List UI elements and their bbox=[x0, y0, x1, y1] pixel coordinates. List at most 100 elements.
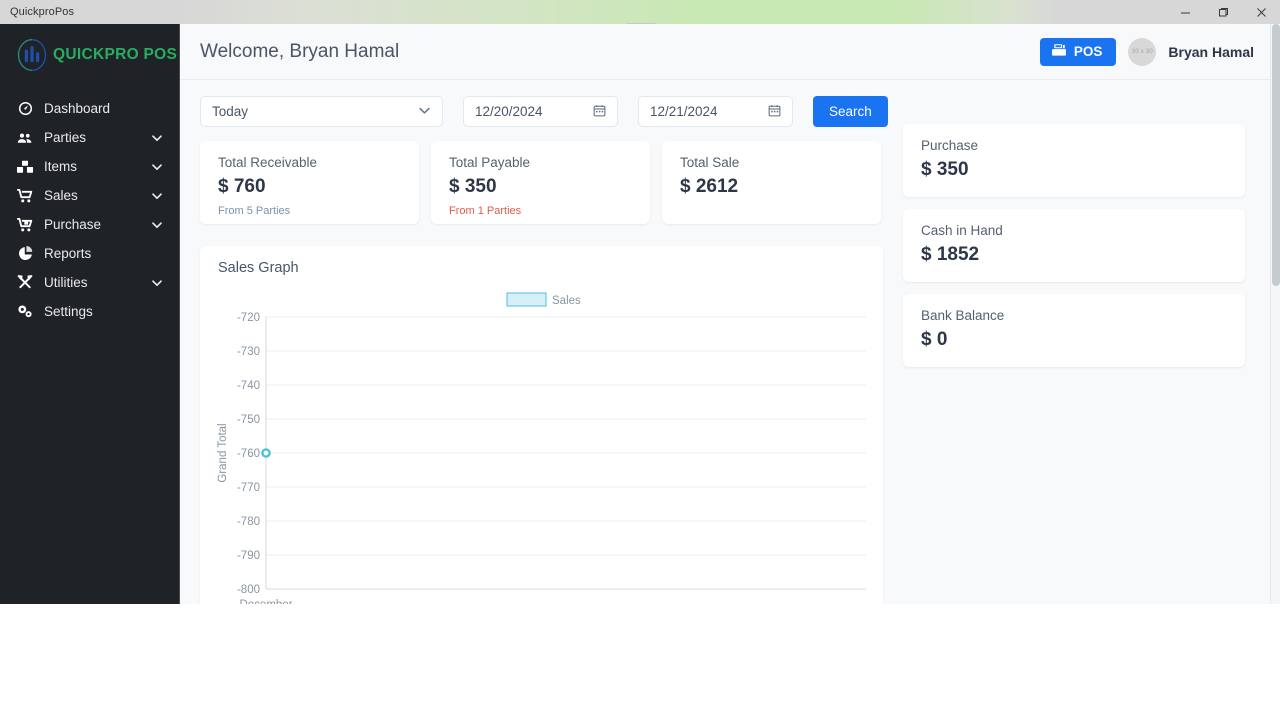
stat-card-label: Total Payable bbox=[449, 155, 531, 170]
sidebar-item-items[interactable]: Items bbox=[0, 152, 179, 181]
period-select-value: Today bbox=[212, 104, 249, 119]
pie-chart-icon bbox=[16, 246, 34, 261]
chevron-down-icon bbox=[151, 161, 163, 173]
sidebar-item-dashboard[interactable]: Dashboard bbox=[0, 94, 179, 123]
chart-data-point[interactable] bbox=[261, 448, 271, 458]
sidebar-item-label: Purchase bbox=[44, 217, 102, 232]
sales-graph-title: Sales Graph bbox=[218, 260, 299, 276]
svg-text:Sales: Sales bbox=[552, 295, 581, 307]
chevron-down-icon bbox=[418, 104, 431, 120]
side-card-value: $ 0 bbox=[921, 329, 948, 350]
stat-card-total-sale: Total Sale $ 2612 bbox=[662, 141, 881, 224]
sidebar-nav: Dashboard Parties Items Sales Purchase R… bbox=[0, 94, 179, 326]
stat-card-label: Total Sale bbox=[680, 155, 740, 170]
speedometer-icon bbox=[16, 101, 34, 116]
svg-text:-800: -800 bbox=[237, 584, 260, 596]
sidebar-item-label: Parties bbox=[44, 130, 87, 145]
side-stats-column: Purchase $ 350 Cash in Hand $ 1852 Bank … bbox=[903, 124, 1245, 379]
svg-text:-790: -790 bbox=[237, 550, 260, 562]
side-card-bank-balance: Bank Balance $ 0 bbox=[903, 294, 1245, 367]
cart-plus-icon bbox=[16, 217, 34, 232]
sidebar-item-label: Items bbox=[44, 159, 78, 174]
sidebar-item-purchase[interactable]: Purchase bbox=[0, 210, 179, 239]
date-to-input[interactable]: 12/21/2024 bbox=[638, 96, 793, 127]
avatar[interactable]: 30 x 30 bbox=[1128, 37, 1157, 66]
date-to-value: 12/21/2024 bbox=[650, 104, 718, 119]
sales-graph-chart: Sales -720 -730 -740 -750 -760 -770 -780… bbox=[217, 292, 866, 604]
side-card-label: Cash in Hand bbox=[921, 223, 1003, 238]
chart-legend: Sales bbox=[506, 292, 581, 307]
maximize-restore-button[interactable] bbox=[1204, 0, 1242, 24]
stat-card-subtext: From 5 Parties bbox=[218, 205, 291, 217]
pos-button[interactable]: POS bbox=[1039, 37, 1117, 66]
side-card-cash-in-hand: Cash in Hand $ 1852 bbox=[903, 209, 1245, 282]
minimize-button[interactable] bbox=[1166, 0, 1204, 24]
chevron-down-icon bbox=[151, 219, 163, 231]
page-title: Welcome, Bryan Hamal bbox=[200, 40, 400, 62]
pos-button-label: POS bbox=[1073, 44, 1103, 59]
chart-y-axis-title: Grand Total bbox=[217, 423, 229, 482]
header-actions: POS 30 x 30 Bryan Hamal bbox=[1039, 37, 1254, 66]
stat-card-subtext: From 1 Parties bbox=[449, 205, 522, 217]
bar-chart-logo-icon bbox=[17, 38, 47, 72]
stat-card-total-receivable: Total Receivable $ 760 From 5 Parties bbox=[200, 141, 419, 224]
date-from-input[interactable]: 12/20/2024 bbox=[463, 96, 618, 127]
calendar-icon[interactable] bbox=[593, 104, 606, 120]
side-card-purchase: Purchase $ 350 bbox=[903, 124, 1245, 197]
stat-card-value: $ 350 bbox=[449, 176, 497, 197]
cash-register-icon bbox=[1051, 43, 1067, 60]
vertical-scrollbar[interactable] bbox=[1270, 24, 1280, 604]
sidebar-item-settings[interactable]: Settings bbox=[0, 297, 179, 326]
sidebar-item-sales[interactable]: Sales bbox=[0, 181, 179, 210]
chevron-down-icon bbox=[151, 190, 163, 202]
chart-x-tick-label: December bbox=[239, 599, 292, 604]
period-select[interactable]: Today bbox=[200, 96, 443, 127]
sidebar: QUICKPRO POS Dashboard Parties Items Sal… bbox=[0, 24, 180, 604]
brand-name: QUICKPRO POS bbox=[53, 46, 178, 63]
gears-icon bbox=[16, 304, 34, 319]
side-card-label: Bank Balance bbox=[921, 308, 1005, 323]
avatar-placeholder-text: 30 x 30 bbox=[1131, 48, 1153, 55]
side-card-value: $ 350 bbox=[921, 159, 969, 180]
svg-text:-740: -740 bbox=[237, 380, 260, 392]
cart-icon bbox=[16, 188, 34, 203]
window-title: QuickproPos bbox=[10, 6, 75, 18]
search-button[interactable]: Search bbox=[813, 96, 888, 127]
window-controls bbox=[1166, 0, 1280, 24]
user-name: Bryan Hamal bbox=[1168, 43, 1254, 60]
boxes-icon bbox=[16, 160, 34, 174]
window-titlebar: QuickproPos bbox=[0, 0, 1280, 24]
chart-y-ticks: -720 -730 -740 -750 -760 -770 -780 -790 … bbox=[237, 312, 260, 596]
svg-text:-730: -730 bbox=[237, 346, 260, 358]
sidebar-item-label: Sales bbox=[44, 188, 78, 203]
svg-text:-750: -750 bbox=[237, 414, 260, 426]
sidebar-item-label: Utilities bbox=[44, 275, 88, 290]
chart-series-sales bbox=[261, 448, 271, 458]
sidebar-item-reports[interactable]: Reports bbox=[0, 239, 179, 268]
stat-card-value: $ 2612 bbox=[680, 176, 739, 197]
sidebar-item-label: Reports bbox=[44, 246, 92, 261]
sidebar-item-label: Settings bbox=[44, 304, 93, 319]
side-card-label: Purchase bbox=[921, 138, 979, 153]
chevron-down-icon bbox=[151, 132, 163, 144]
chart-gridlines bbox=[266, 316, 866, 590]
sidebar-item-label: Dashboard bbox=[44, 101, 111, 116]
svg-text:-760: -760 bbox=[237, 448, 260, 460]
svg-text:-720: -720 bbox=[237, 312, 260, 324]
main-content: Welcome, Bryan Hamal POS 30 x 30 Bryan H… bbox=[180, 24, 1280, 604]
scrollbar-thumb[interactable] bbox=[1272, 24, 1280, 286]
sidebar-item-utilities[interactable]: Utilities bbox=[0, 268, 179, 297]
stat-card-total-payable: Total Payable $ 350 From 1 Parties bbox=[431, 141, 650, 224]
sales-graph-card: Sales Graph Sales -720 -730 -740 -750 -7… bbox=[200, 246, 883, 604]
calendar-icon[interactable] bbox=[768, 104, 781, 120]
date-from-value: 12/20/2024 bbox=[475, 104, 543, 119]
close-button[interactable] bbox=[1242, 0, 1280, 24]
svg-text:-780: -780 bbox=[237, 516, 260, 528]
users-icon bbox=[16, 131, 34, 145]
stat-card-value: $ 760 bbox=[218, 176, 266, 197]
sidebar-item-parties[interactable]: Parties bbox=[0, 123, 179, 152]
application-window: QuickproPos QUICKPRO POS Dashboard Parti… bbox=[0, 0, 1280, 604]
filter-bar: Today 12/20/2024 12/21/2024 Search bbox=[180, 80, 1280, 127]
brand-logo[interactable]: QUICKPRO POS bbox=[0, 24, 179, 86]
page-header: Welcome, Bryan Hamal POS 30 x 30 Bryan H… bbox=[180, 24, 1280, 80]
